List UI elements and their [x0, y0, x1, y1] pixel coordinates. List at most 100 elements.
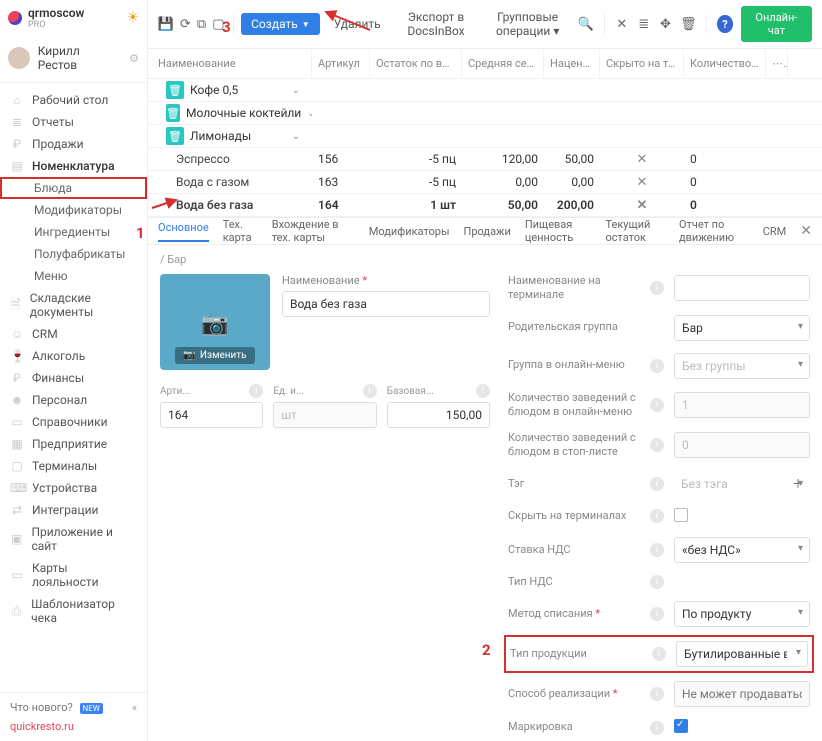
writeoff-select[interactable] [674, 601, 810, 627]
nav-ingredients[interactable]: Ингредиенты [0, 221, 147, 243]
info-icon[interactable]: i [363, 384, 377, 398]
nav-integrations[interactable]: ⇄Интеграции [0, 499, 147, 521]
info-icon[interactable]: i [650, 398, 664, 412]
nav-alcohol[interactable]: 🍷Алкоголь [0, 345, 147, 367]
nav-staff[interactable]: ☻Персонал [0, 389, 147, 411]
group-row[interactable]: 🗑Лимонады⌄ [148, 125, 822, 148]
info-icon[interactable]: i [650, 687, 664, 701]
table-row-selected[interactable]: Вода без газа 164 1 шт 50,00 200,00 ✕ 0 [148, 194, 822, 217]
info-icon[interactable]: i [650, 509, 664, 523]
chevron-down-icon[interactable]: ⌄ [307, 108, 312, 119]
nav-app-site[interactable]: ▣Приложение и сайт [0, 521, 147, 557]
trash-icon[interactable]: 🗑 [680, 16, 696, 32]
nav-receipt-template[interactable]: ⎙Шаблонизатор чека [0, 593, 147, 629]
col-article[interactable]: Артикул [312, 49, 370, 78]
copy-icon[interactable]: ⧉ [197, 16, 206, 32]
vat-rate-select[interactable] [674, 537, 810, 563]
article-input[interactable] [160, 402, 263, 428]
info-icon[interactable]: i [650, 543, 664, 557]
tab-stock[interactable]: Текущий остаток [606, 218, 666, 244]
nav-semis[interactable]: Полуфабрикаты [0, 243, 147, 265]
add-tag-icon[interactable]: ＋ [786, 475, 810, 492]
tag-input[interactable] [674, 472, 786, 496]
online-group-select[interactable] [674, 353, 810, 379]
image-card[interactable]: 📷 📷 Изменить [160, 274, 270, 370]
parent-group-select[interactable] [674, 315, 810, 341]
help-icon[interactable]: ? [717, 15, 733, 33]
refresh-icon[interactable]: ⟳ [180, 16, 191, 32]
info-icon[interactable]: i [650, 438, 664, 452]
chat-button[interactable]: Онлайн-чат [741, 6, 812, 42]
tab-usedin[interactable]: Вхождение в тех. карты [272, 218, 355, 244]
theme-icon[interactable]: ☀ [126, 10, 139, 26]
col-hidden[interactable]: Скрыто на терминалах [600, 49, 684, 78]
info-icon[interactable]: i [652, 647, 666, 661]
info-icon[interactable]: i [650, 575, 664, 589]
move-icon[interactable]: ✥ [659, 16, 673, 32]
nav-crm[interactable]: ☺CRM [0, 323, 147, 345]
tab-movement[interactable]: Отчет по движению [679, 218, 749, 244]
info-icon[interactable]: i [650, 721, 664, 735]
info-icon[interactable]: i [476, 384, 490, 398]
chevron-down-icon[interactable]: ⌄ [292, 131, 300, 142]
nav-reports[interactable]: ≣Отчеты [0, 111, 147, 133]
nav-terminals[interactable]: ▢Терминалы [0, 455, 147, 477]
baseprice-input[interactable] [387, 402, 490, 428]
nav-dishes[interactable]: Блюда [0, 177, 147, 199]
tab-main[interactable]: Основное [158, 221, 209, 242]
nav-enterprise[interactable]: ▦Предприятие [0, 433, 147, 455]
footer-link[interactable]: quickresto.ru [10, 720, 137, 733]
group-row[interactable]: 🗑Кофе 0,5⌄ [148, 79, 822, 102]
export-button[interactable]: Экспорт в DocsInBox [395, 6, 478, 42]
create-button[interactable]: Создать▼ [241, 13, 320, 35]
nav-devices[interactable]: ⌨Устройства [0, 477, 147, 499]
col-more-icon[interactable]: ⋯ [766, 49, 788, 78]
nav-sales[interactable]: ₽Продажи [0, 133, 147, 155]
nav-dashboard[interactable]: ⌂Рабочий стол [0, 89, 147, 111]
change-image-button[interactable]: 📷 Изменить [175, 347, 254, 364]
tab-sales[interactable]: Продажи [464, 225, 511, 238]
chevron-down-icon[interactable]: ⌄ [292, 85, 300, 96]
close-detail-icon[interactable]: ✕ [800, 223, 812, 239]
tab-crm[interactable]: CRM [763, 225, 787, 238]
table-row[interactable]: Эспрессо 156 -5 пц 120,00 50,00 ✕ 0 [148, 148, 822, 171]
nav-modifiers[interactable]: Модификаторы [0, 199, 147, 221]
user-settings-icon[interactable]: ⚙ [129, 52, 139, 65]
product-type-select[interactable] [676, 641, 808, 667]
nav-warehouse-docs[interactable]: 🗎Складские документы [0, 287, 147, 323]
group-row[interactable]: 🗑Молочные коктейли⌄ [148, 102, 822, 125]
tab-techcard[interactable]: Тех. карта [223, 218, 258, 244]
nav-loyalty[interactable]: ▭Карты лояльности [0, 557, 147, 593]
label-online-group: Группа в онлайн-меню [508, 358, 640, 372]
nav-finance[interactable]: ₽Финансы [0, 367, 147, 389]
nav-directories[interactable]: ▭Справочники [0, 411, 147, 433]
info-icon[interactable]: i [650, 477, 664, 491]
tools-icon[interactable]: ✕ [615, 16, 629, 32]
unit-input[interactable] [273, 402, 376, 428]
table-row[interactable]: Вода с газом 163 -5 пц 0,00 0,00 ✕ 0 [148, 171, 822, 194]
nav-menu[interactable]: Меню [0, 265, 147, 287]
info-icon[interactable]: i [650, 359, 664, 373]
col-stock[interactable]: Остаток по всем склада... [370, 49, 462, 78]
info-icon[interactable]: i [650, 607, 664, 621]
tab-nutrition[interactable]: Пищевая ценность [525, 218, 592, 244]
listview-icon[interactable]: ≣ [637, 16, 651, 32]
col-count[interactable]: Количество заведени... [684, 49, 766, 78]
info-icon[interactable]: i [650, 281, 664, 295]
col-name[interactable]: Наименование [148, 49, 312, 78]
col-margin[interactable]: Наценка, % [544, 49, 600, 78]
col-cost[interactable]: Средняя себестои... [462, 49, 544, 78]
group-ops-button[interactable]: Групповые операции ▾ [483, 6, 572, 42]
terminal-name-input[interactable] [674, 275, 810, 301]
save-icon[interactable]: 💾 [158, 16, 174, 32]
whats-new-link[interactable]: Что нового? [10, 701, 73, 714]
name-input[interactable] [282, 291, 490, 317]
delete-button[interactable]: Удалить [326, 13, 389, 35]
info-icon[interactable]: i [249, 384, 263, 398]
hide-terminals-checkbox[interactable] [674, 508, 688, 522]
nav-nomenclature[interactable]: ▤Номенклатура [0, 155, 147, 177]
search-icon[interactable]: 🔍 [578, 16, 594, 32]
marking-checkbox[interactable] [674, 719, 688, 733]
tab-modifiers[interactable]: Модификаторы [369, 225, 450, 238]
collapse-sidebar-icon[interactable]: « [132, 701, 137, 714]
